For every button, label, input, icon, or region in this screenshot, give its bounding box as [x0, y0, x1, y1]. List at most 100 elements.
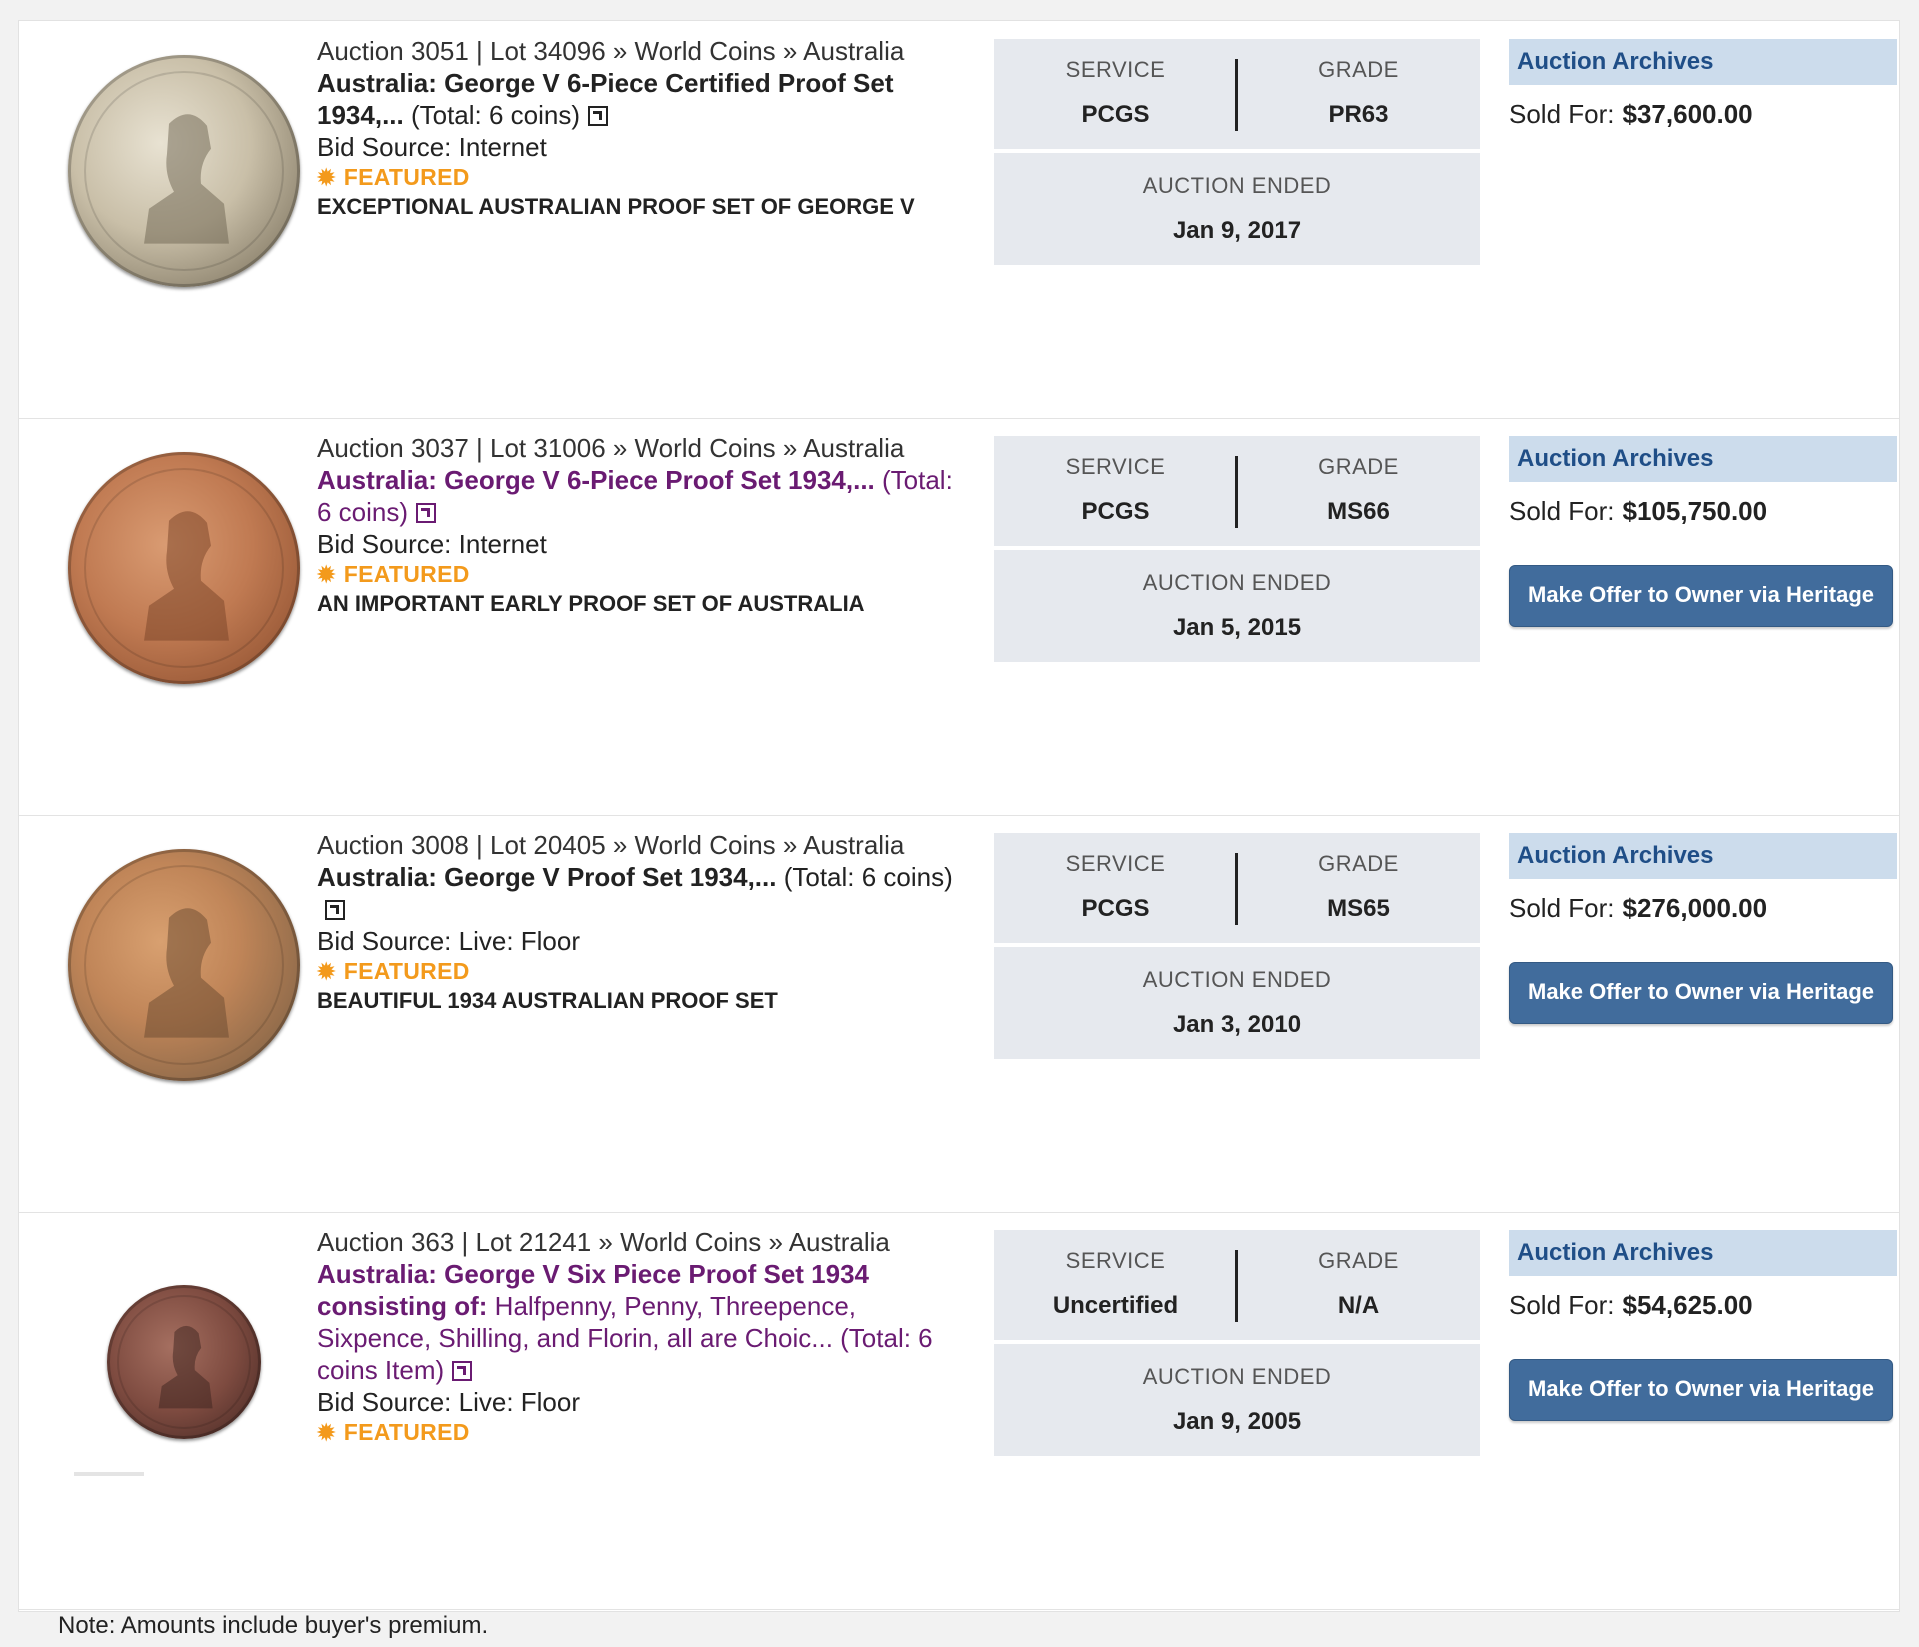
grade-label: GRADE — [1318, 57, 1399, 82]
external-link-icon[interactable] — [452, 1361, 473, 1381]
grade-value: MS66 — [1327, 498, 1390, 525]
result-row: Auction 3008 | Lot 20405 » World Coins »… — [19, 815, 1899, 1213]
lot-breadcrumb[interactable]: Auction 363 | Lot 21241 » World Coins » … — [317, 1226, 967, 1258]
grade-panel: SERVICE PCGS GRADE MS66 AUCTION ENDED Ja… — [994, 436, 1480, 662]
buyers-premium-note: Note: Amounts include buyer's premium. — [58, 1612, 489, 1639]
lot-headline: AN IMPORTANT EARLY PROOF SET OF AUSTRALI… — [317, 591, 865, 616]
service-label: SERVICE — [1065, 851, 1166, 876]
service-grade-box: SERVICE PCGS GRADE MS65 — [994, 833, 1480, 943]
service-value: Uncertified — [1052, 1292, 1179, 1319]
grade-panel: SERVICE PCGS GRADE MS65 AUCTION ENDED Ja… — [994, 833, 1480, 1059]
lot-details: Auction 3008 | Lot 20405 » World Coins »… — [317, 829, 967, 1016]
star-burst-icon: ✹ — [317, 959, 336, 984]
service-label: SERVICE — [1065, 57, 1166, 82]
service-value: PCGS — [1081, 498, 1150, 525]
service-label: SERVICE — [1065, 1248, 1166, 1273]
auction-archives-header: Auction Archives — [1509, 39, 1897, 85]
make-offer-button[interactable]: Make Offer to Owner via Heritage — [1509, 565, 1893, 627]
auction-ended-date: Jan 5, 2015 — [1172, 614, 1302, 641]
service-grade-box: SERVICE PCGS GRADE PR63 — [994, 39, 1480, 149]
featured-badge: ✹ FEATURED — [317, 560, 967, 589]
lot-details: Auction 363 | Lot 21241 » World Coins » … — [317, 1226, 967, 1447]
service-grade-box: SERVICE Uncertified GRADE N/A — [994, 1230, 1480, 1340]
lot-title-rest[interactable]: (Total: 6 coins) — [776, 862, 953, 892]
bid-source: Bid Source: Live: Floor — [317, 1387, 581, 1417]
grade-label: GRADE — [1318, 1248, 1399, 1273]
sold-for-label: Sold For: — [1509, 1290, 1615, 1320]
auction-ended-label: AUCTION ENDED — [1142, 967, 1332, 992]
sold-for: Sold For: $276,000.00 — [1509, 893, 1897, 924]
auction-ended-box: AUCTION ENDED Jan 9, 2005 — [994, 1344, 1480, 1456]
sold-for: Sold For: $37,600.00 — [1509, 99, 1897, 130]
king-bust-icon — [144, 114, 229, 244]
result-row: Auction 3037 | Lot 31006 » World Coins »… — [19, 418, 1899, 816]
service-grade-box: SERVICE PCGS GRADE MS66 — [994, 436, 1480, 546]
divider — [1235, 456, 1238, 528]
sold-price: $276,000.00 — [1622, 893, 1768, 923]
auction-ended-box: AUCTION ENDED Jan 3, 2010 — [994, 947, 1480, 1059]
coin-image-link[interactable] — [44, 1222, 324, 1502]
coin-image-link[interactable] — [44, 428, 324, 708]
sold-price: $54,625.00 — [1622, 1290, 1753, 1320]
coin-image[interactable] — [107, 1285, 261, 1439]
auction-ended-label: AUCTION ENDED — [1142, 173, 1332, 198]
coin-image[interactable] — [68, 849, 300, 1081]
photo-credit — [74, 1472, 144, 1476]
divider — [1235, 59, 1238, 131]
auction-archives-header: Auction Archives — [1509, 1230, 1897, 1276]
featured-badge: ✹ FEATURED — [317, 1418, 967, 1447]
price-panel: Auction Archives Sold For: $276,000.00 Ma… — [1509, 833, 1897, 1024]
star-burst-icon: ✹ — [317, 165, 336, 190]
lot-title-link[interactable]: Australia: George V 6-Piece Certified Pr… — [317, 67, 967, 131]
lot-details: Auction 3037 | Lot 31006 » World Coins »… — [317, 432, 967, 619]
lot-title-strong[interactable]: Australia: George V Proof Set 1934,... — [317, 862, 776, 892]
auction-ended-date: Jan 3, 2010 — [1172, 1011, 1302, 1038]
auction-ended-box: AUCTION ENDED Jan 5, 2015 — [994, 550, 1480, 662]
price-panel: Auction Archives Sold For: $37,600.00 — [1509, 39, 1897, 130]
sold-price: $105,750.00 — [1622, 496, 1768, 526]
lot-details: Auction 3051 | Lot 34096 » World Coins »… — [317, 35, 967, 222]
make-offer-button[interactable]: Make Offer to Owner via Heritage — [1509, 962, 1893, 1024]
bid-source: Bid Source: Internet — [317, 529, 547, 559]
lot-title-link[interactable]: Australia: George V Proof Set 1934,... (… — [317, 861, 967, 925]
coin-image[interactable] — [68, 55, 300, 287]
bid-source: Bid Source: Live: Floor — [317, 926, 581, 956]
featured-label: FEATURED — [343, 958, 470, 984]
lot-title-link[interactable]: Australia: George V 6-Piece Proof Set 19… — [317, 464, 967, 528]
sold-price: $37,600.00 — [1622, 99, 1753, 129]
featured-badge: ✹ FEATURED — [317, 163, 967, 192]
lot-title-strong[interactable]: Australia: George V 6-Piece Proof Set 19… — [317, 465, 875, 495]
lot-breadcrumb[interactable]: Auction 3051 | Lot 34096 » World Coins »… — [317, 35, 967, 67]
auction-ended-label: AUCTION ENDED — [1142, 1364, 1332, 1389]
coin-image-link[interactable] — [44, 31, 324, 311]
sold-for-label: Sold For: — [1509, 893, 1615, 923]
results-list: Auction 3051 | Lot 34096 » World Coins »… — [18, 20, 1900, 1612]
king-bust-icon — [158, 1325, 213, 1409]
coin-image-link[interactable] — [44, 825, 324, 1105]
price-panel: Auction Archives Sold For: $54,625.00 Mak… — [1509, 1230, 1897, 1421]
coin-image[interactable] — [68, 452, 300, 684]
featured-label: FEATURED — [343, 1419, 470, 1445]
auction-ended-box: AUCTION ENDED Jan 9, 2017 — [994, 153, 1480, 265]
grade-value: MS65 — [1327, 895, 1390, 922]
star-burst-icon: ✹ — [317, 562, 336, 587]
lot-headline: EXCEPTIONAL AUSTRALIAN PROOF SET OF GEOR… — [317, 194, 915, 219]
featured-label: FEATURED — [343, 164, 470, 190]
divider — [1235, 1250, 1238, 1322]
lot-breadcrumb[interactable]: Auction 3008 | Lot 20405 » World Coins »… — [317, 829, 967, 861]
external-link-icon[interactable] — [416, 503, 437, 523]
grade-panel: SERVICE PCGS GRADE PR63 AUCTION ENDED Ja… — [994, 39, 1480, 265]
lot-title-link[interactable]: Australia: George V Six Piece Proof Set … — [317, 1258, 967, 1386]
sold-for: Sold For: $105,750.00 — [1509, 496, 1897, 527]
auction-archives-header: Auction Archives — [1509, 436, 1897, 482]
make-offer-button[interactable]: Make Offer to Owner via Heritage — [1509, 1359, 1893, 1421]
result-row: Auction 3051 | Lot 34096 » World Coins »… — [19, 21, 1899, 419]
featured-label: FEATURED — [343, 561, 470, 587]
external-link-icon[interactable] — [588, 106, 609, 126]
lot-breadcrumb[interactable]: Auction 3037 | Lot 31006 » World Coins »… — [317, 432, 967, 464]
grade-label: GRADE — [1318, 454, 1399, 479]
service-label: SERVICE — [1065, 454, 1166, 479]
auction-archives-header: Auction Archives — [1509, 833, 1897, 879]
lot-title-rest[interactable]: (Total: 6 coins) — [404, 100, 580, 130]
external-link-icon[interactable] — [325, 900, 345, 920]
